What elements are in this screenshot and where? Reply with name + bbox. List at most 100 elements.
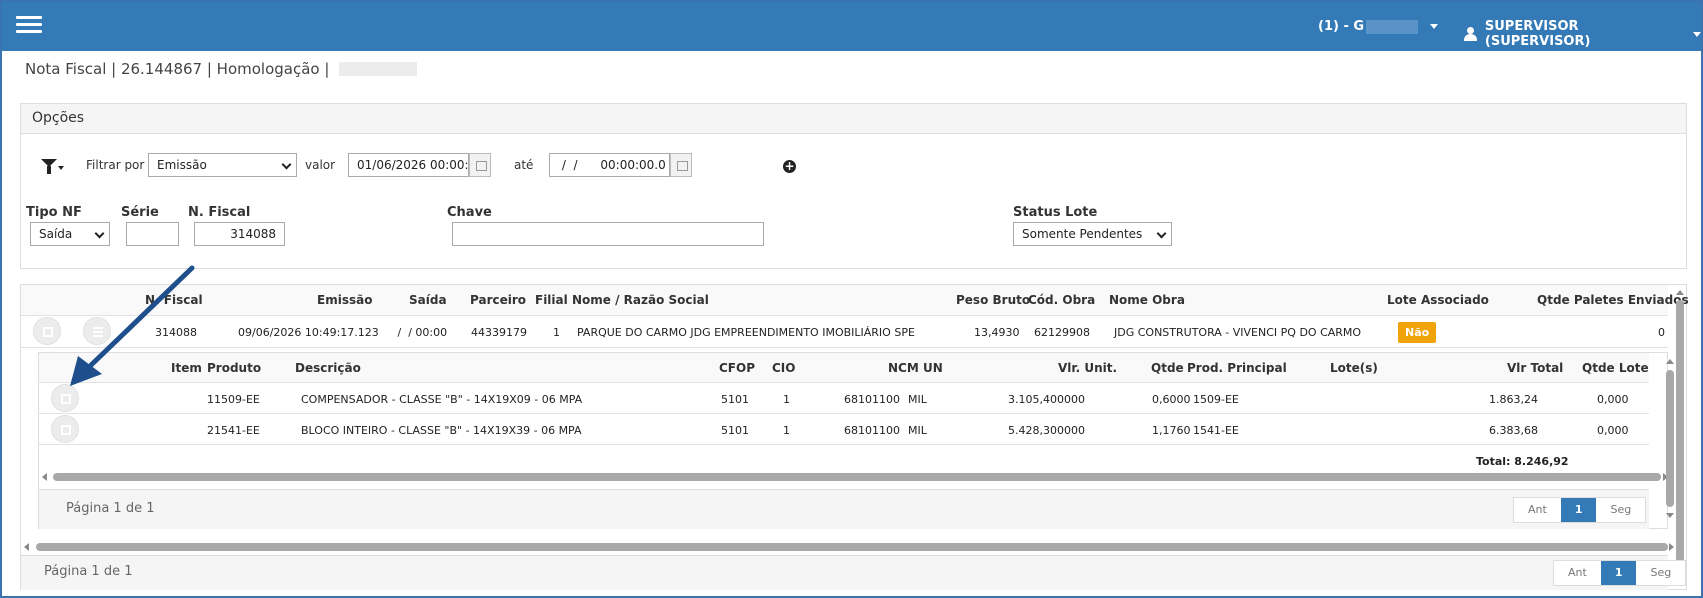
calendar-icon[interactable] [469, 153, 491, 177]
cell-nome: PARQUE DO CARMO JDG EMPREENDIMENTO IMOBI… [577, 326, 915, 339]
tipo-nf-select[interactable]: Saída [30, 222, 110, 246]
chevron-down-icon [1430, 24, 1439, 29]
cell-cio: 1 [783, 424, 790, 437]
ate-label: até [514, 158, 534, 172]
next-page-button[interactable]: Seg [1636, 561, 1686, 585]
col-qtde-lote[interactable]: Qtde Lote [1582, 361, 1649, 375]
items-page-label: Página 1 de 1 [66, 501, 155, 516]
col-saida[interactable]: Saída [409, 293, 447, 307]
calendar-icon[interactable] [670, 153, 692, 177]
scroll-up-icon[interactable] [1666, 359, 1674, 364]
col-vlr-total[interactable]: Vlr Total [1507, 361, 1563, 375]
scroll-right-icon[interactable] [1669, 543, 1674, 551]
date-from-input[interactable]: 01/06/2026 00:00:0 [348, 153, 469, 177]
col-prod-principal[interactable]: Prod. Principal [1187, 361, 1287, 375]
cell-produto: 1541-EE [214, 424, 260, 437]
grid-page-label: Página 1 de 1 [44, 564, 133, 579]
page-1-button[interactable]: 1 [1600, 561, 1637, 585]
cell-qtde: 1,1760 [1152, 424, 1191, 437]
cell-ncm: 68101100 [844, 424, 900, 437]
col-qtde[interactable]: Qtde [1151, 361, 1184, 375]
next-page-button[interactable]: Seg [1596, 498, 1646, 522]
scroll-up-icon[interactable] [1676, 290, 1684, 295]
col-filial[interactable]: Filial [535, 293, 568, 307]
col-cio[interactable]: CIO [772, 361, 795, 375]
cell-cod-obra: 62129908 [1034, 326, 1090, 339]
prev-page-button[interactable]: Ant [1514, 498, 1561, 522]
cell-produto: 1509-EE [214, 393, 260, 406]
box-icon-button[interactable] [51, 415, 79, 443]
col-qtde-paletes[interactable]: Qtde Paletes Enviados [1537, 293, 1689, 307]
chevron-down-icon [281, 159, 292, 170]
col-ncm[interactable]: NCM [888, 361, 919, 375]
box-icon-button[interactable] [33, 317, 61, 345]
nota-fiscal-grid: N. Fiscal Emissão Saída Parceiro Filial … [20, 284, 1689, 590]
cell-descricao: COMPENSADOR - CLASSE "B" - 14X19X09 - 06… [301, 393, 583, 406]
col-lote[interactable]: Lote Associado [1387, 293, 1489, 307]
cell-un: MIL [908, 424, 927, 437]
items-total: Total: 8.246,92 [1476, 455, 1569, 468]
user-menu[interactable]: SUPERVISOR (SUPERVISOR) [1464, 19, 1701, 49]
cell-ncm: 68101100 [844, 393, 900, 406]
cell-un: MIL [908, 393, 927, 406]
cell-descricao: BLOCO INTEIRO - CLASSE "B" - 14X19X39 - … [301, 424, 582, 437]
items-detail-grid: Item Produto Descrição CFOP CIO NCM UN V… [38, 352, 1674, 529]
col-descricao[interactable]: Descrição [295, 361, 361, 375]
grid-footer [21, 555, 1668, 590]
col-produto[interactable]: Produto [207, 361, 261, 375]
cell-vlr-total: 1.863,24 [1489, 393, 1538, 406]
cell-emissao: 09/06/2026 10:49:17.123 [238, 326, 379, 339]
date-to-input[interactable]: / / 00:00:00.0 [549, 153, 670, 177]
redacted-block [1366, 19, 1419, 34]
items-pager: Ant 1 Seg [1513, 497, 1647, 523]
grid-vertical-scrollbar[interactable] [1676, 300, 1684, 571]
chave-input[interactable] [452, 222, 764, 246]
col-parceiro[interactable]: Parceiro [470, 293, 526, 307]
cell-prod-principal: 1509-EE [1193, 393, 1239, 406]
page-title: Nota Fiscal | 26.144867 | Homologação | [25, 60, 418, 78]
items-footer [39, 489, 1649, 529]
add-filter-icon[interactable]: + [783, 160, 796, 173]
filter-icon[interactable] [41, 158, 64, 176]
user-label: SUPERVISOR (SUPERVISOR) [1484, 19, 1591, 49]
annotation-arrow-icon [70, 265, 195, 386]
scroll-down-icon[interactable] [1666, 513, 1674, 518]
filter-by-select[interactable]: Emissão [148, 153, 297, 177]
col-peso[interactable]: Peso Bruto [956, 293, 1030, 307]
hamburger-menu-icon[interactable] [16, 16, 42, 34]
col-vlr-unit[interactable]: Vlr. Unit. [1058, 361, 1117, 375]
top-navbar: (1) - G SUPERVISOR (SUPERVISOR) [2, 2, 1701, 51]
col-lotes[interactable]: Lote(s) [1330, 361, 1378, 375]
status-badge: Não [1398, 322, 1437, 343]
tipo-nf-label: Tipo NF [26, 205, 82, 220]
status-lote-label: Status Lote [1013, 205, 1098, 220]
col-nome-obra[interactable]: Nome Obra [1109, 293, 1185, 307]
col-cfop[interactable]: CFOP [719, 361, 755, 375]
status-lote-select[interactable]: Somente Pendentes [1013, 222, 1172, 246]
nfiscal-input[interactable]: 314088 [194, 222, 285, 246]
serie-input[interactable] [126, 222, 179, 246]
col-un[interactable]: UN [923, 361, 943, 375]
grid-pager: Ant 1 Seg [1553, 560, 1687, 586]
cell-vlr-unit: 5.428,300000 [1008, 424, 1085, 437]
cell-vlr-total: 6.383,68 [1489, 424, 1538, 437]
items-horizontal-scrollbar[interactable] [53, 473, 1661, 481]
page-1-button[interactable]: 1 [1560, 498, 1597, 522]
col-nome[interactable]: Nome / Razão Social [572, 293, 709, 307]
scroll-left-icon[interactable] [42, 473, 47, 481]
company-label: (1) - G [1318, 19, 1365, 34]
nfiscal-label: N. Fiscal [188, 205, 251, 220]
col-emissao[interactable]: Emissão [317, 293, 372, 307]
filter-by-value: Emissão [157, 158, 207, 172]
prev-page-button[interactable]: Ant [1554, 561, 1601, 585]
grid-horizontal-scrollbar[interactable] [36, 543, 1668, 551]
cell-qtde-lote: 0,000 [1597, 393, 1629, 406]
col-cod-obra[interactable]: Cód. Obra [1028, 293, 1095, 307]
chevron-down-icon [94, 228, 105, 239]
items-vertical-scrollbar[interactable] [1666, 370, 1674, 507]
cell-parceiro: 44339179 [471, 326, 527, 339]
company-selector[interactable]: (1) - G [1318, 19, 1439, 34]
scroll-left-icon[interactable] [24, 543, 29, 551]
cell-cio: 1 [783, 393, 790, 406]
cell-cfop: 5101 [721, 424, 749, 437]
